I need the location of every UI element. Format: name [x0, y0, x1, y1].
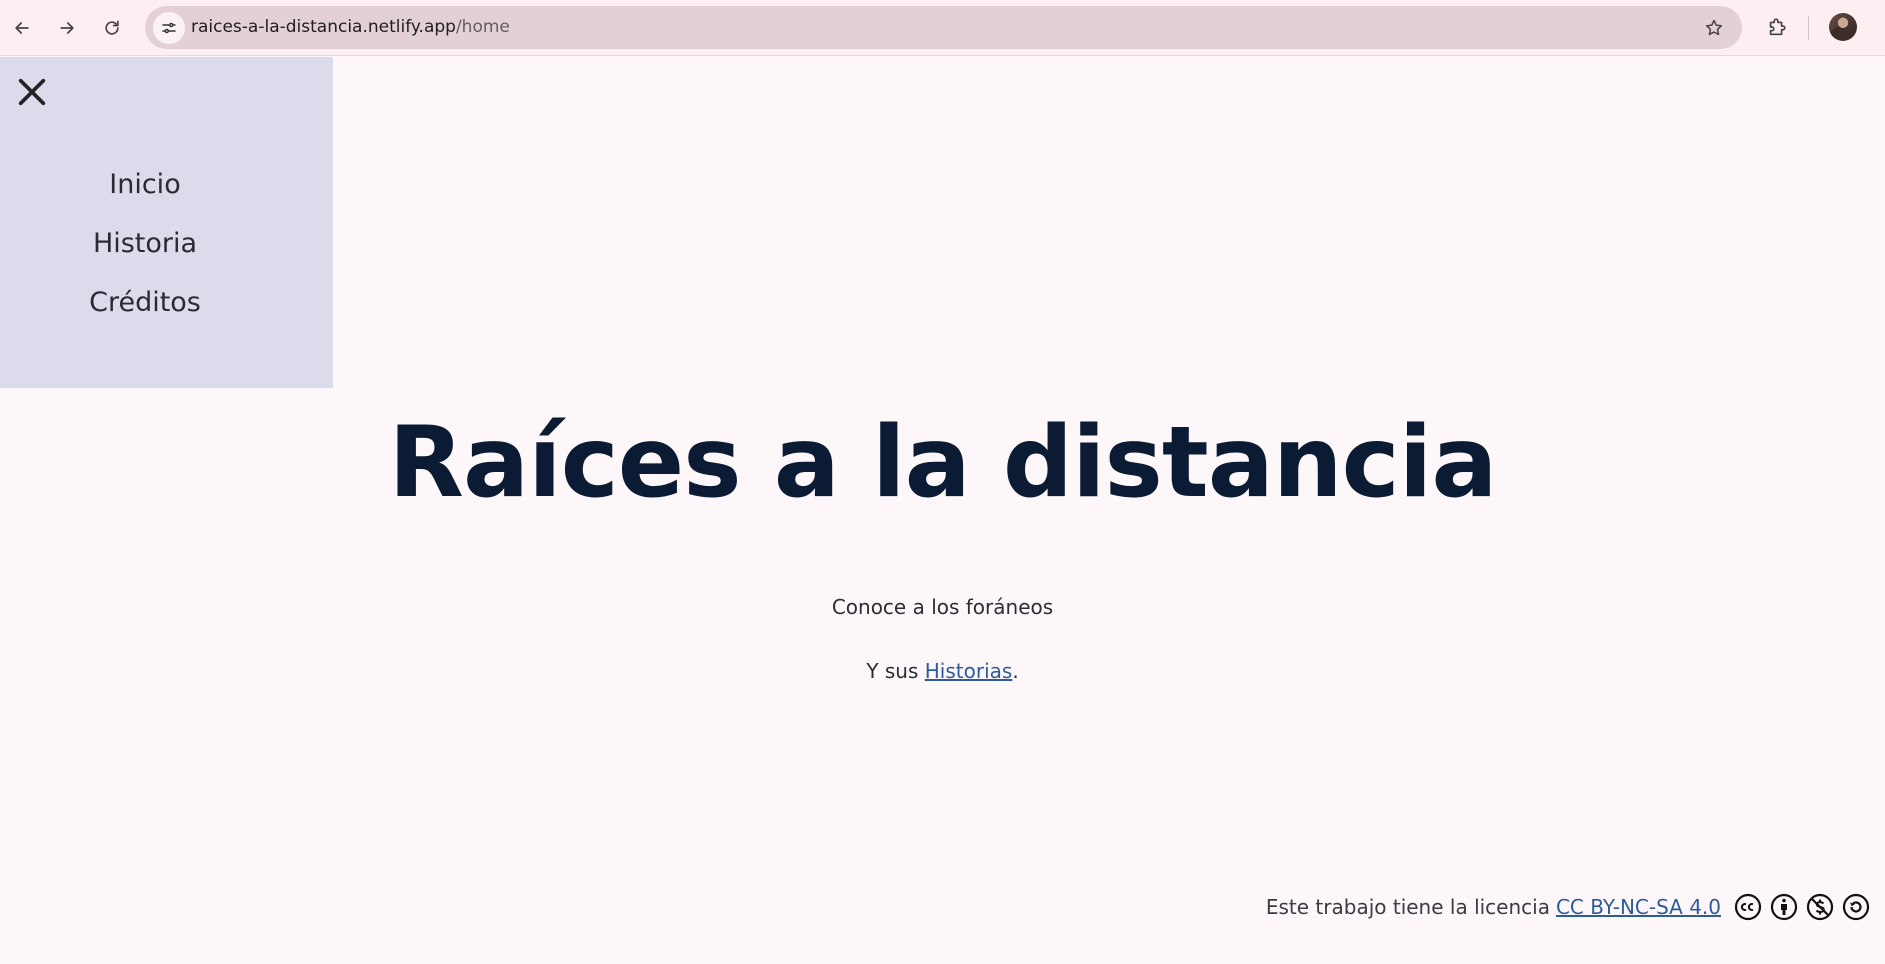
menu-list: Inicio Historia Créditos	[0, 155, 290, 332]
close-icon	[18, 78, 46, 106]
license-text: Este trabajo tiene la licencia	[1265, 895, 1550, 919]
nc-icon	[1805, 892, 1835, 922]
by-icon	[1769, 892, 1799, 922]
tune-icon	[162, 22, 176, 34]
forward-button[interactable]	[49, 10, 85, 46]
side-menu: Inicio Historia Créditos	[0, 57, 333, 388]
extensions-button[interactable]	[1762, 12, 1792, 42]
close-menu-button[interactable]	[14, 74, 50, 110]
toolbar-divider	[1808, 16, 1809, 40]
menu-item-inicio[interactable]: Inicio	[0, 155, 290, 214]
star-icon	[1705, 19, 1723, 36]
historias-line: Y sus Historias.	[0, 659, 1885, 683]
back-arrow-icon	[15, 22, 29, 34]
url-text[interactable]: raices-a-la-distancia.netlify.app/home	[191, 17, 510, 37]
historias-link[interactable]: Historias	[925, 659, 1013, 683]
url-path: /home	[455, 17, 510, 37]
sa-icon	[1841, 892, 1871, 922]
page-content: Inicio Historia Créditos Raíces a la dis…	[0, 57, 1885, 964]
forward-arrow-icon	[60, 22, 74, 34]
bookmark-button[interactable]	[1702, 16, 1726, 40]
menu-item-historia[interactable]: Historia	[0, 214, 290, 273]
menu-item-creditos[interactable]: Créditos	[0, 273, 290, 332]
back-button[interactable]	[4, 10, 40, 46]
reload-button[interactable]	[94, 10, 130, 46]
profile-avatar[interactable]	[1829, 13, 1857, 41]
historias-prefix: Y sus	[866, 659, 925, 683]
url-host: raices-a-la-distancia.netlify.app	[191, 17, 456, 37]
license-link[interactable]: CC BY-NC-SA 4.0	[1556, 895, 1721, 919]
historias-suffix: .	[1012, 659, 1019, 683]
cc-icon	[1733, 892, 1763, 922]
site-info-button[interactable]	[153, 12, 185, 44]
page-title: Raíces a la distancia	[388, 406, 1498, 520]
license-footer: Este trabajo tiene la licencia CC BY-NC-…	[1266, 892, 1871, 922]
intro-text: Conoce a los foráneos	[831, 595, 1054, 619]
puzzle-icon	[1769, 18, 1786, 36]
browser-toolbar: raices-a-la-distancia.netlify.app/home	[0, 0, 1885, 56]
address-bar[interactable]: raices-a-la-distancia.netlify.app/home	[145, 6, 1742, 49]
reload-icon	[105, 20, 119, 35]
